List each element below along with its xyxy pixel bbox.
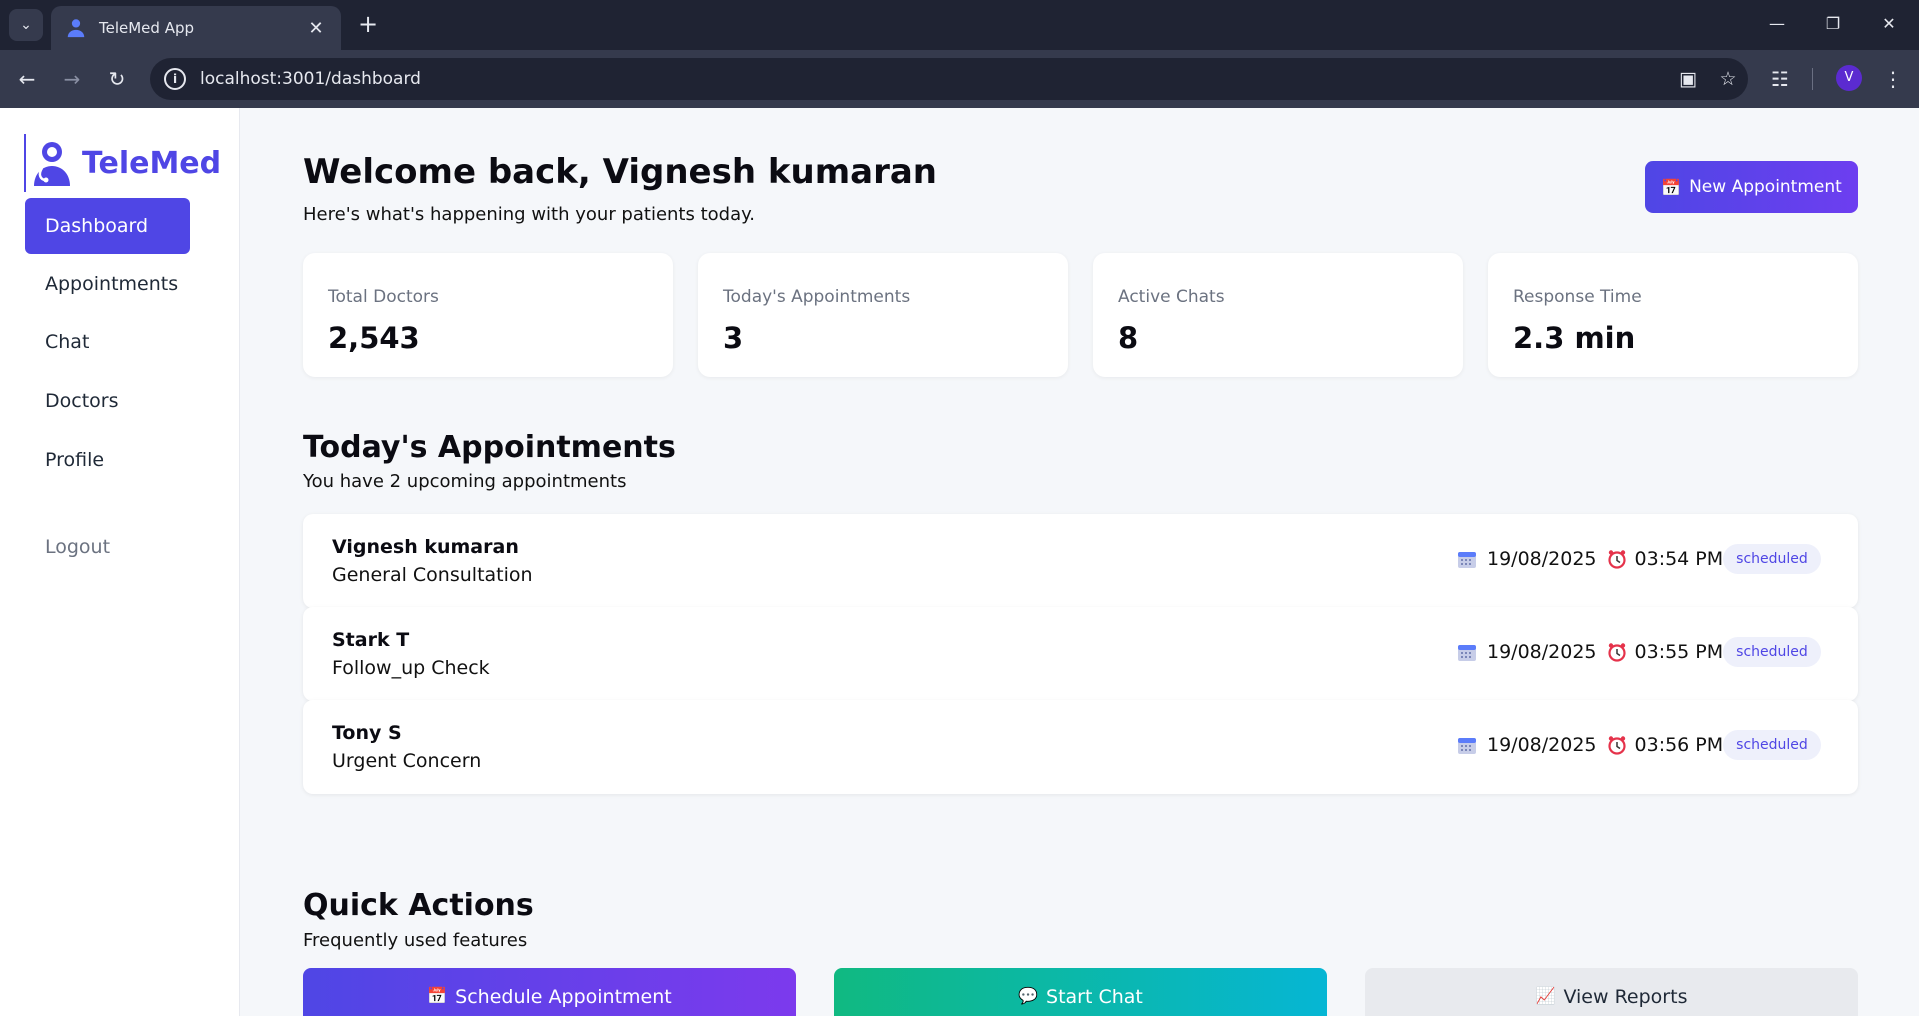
- appointment-date: 19/08/2025: [1487, 548, 1597, 570]
- stat-label: Total Doctors: [328, 287, 439, 307]
- start-chat-label: Start Chat: [1046, 986, 1143, 1008]
- sidebar-item-chat[interactable]: Chat: [25, 314, 190, 370]
- minimize-button[interactable]: —: [1754, 8, 1800, 40]
- calendar-icon: 📅: [1661, 177, 1682, 197]
- stat-card-response-time: Response Time 2.3 min: [1488, 253, 1858, 377]
- bookmark-star-icon[interactable]: ☆: [1708, 68, 1748, 90]
- appointments-section-subtitle: You have 2 upcoming appointments: [303, 471, 627, 492]
- new-tab-button[interactable]: +: [354, 11, 382, 39]
- appointment-meta: 19/08/2025 03:56 PM scheduled: [1457, 730, 1821, 760]
- close-tab-icon[interactable]: ✕: [305, 18, 327, 39]
- appointment-time: 03:55 PM: [1634, 641, 1724, 663]
- status-badge: scheduled: [1723, 544, 1821, 574]
- schedule-appointment-label: Schedule Appointment: [455, 986, 672, 1008]
- reload-icon[interactable]: ↻: [100, 62, 134, 96]
- appointment-type: Follow_up Check: [332, 657, 490, 679]
- patient-name: Vignesh kumaran: [332, 536, 519, 558]
- install-app-icon[interactable]: ▣: [1668, 68, 1708, 90]
- sidebar-item-dashboard[interactable]: Dashboard: [25, 198, 190, 254]
- sidebar-item-appointments[interactable]: Appointments: [25, 256, 190, 312]
- new-appointment-button[interactable]: 📅 New Appointment: [1645, 161, 1858, 213]
- extensions-puzzle-icon[interactable]: ☷: [1763, 62, 1797, 96]
- status-badge: scheduled: [1723, 730, 1821, 760]
- view-reports-label: View Reports: [1563, 986, 1688, 1008]
- appointment-meta: 19/08/2025 03:55 PM scheduled: [1457, 637, 1821, 667]
- chat-bubble-icon: 💬: [1018, 986, 1039, 1005]
- schedule-appointment-button[interactable]: 📅 Schedule Appointment: [303, 968, 796, 1016]
- stat-value: 3: [723, 321, 744, 355]
- stat-label: Today's Appointments: [723, 287, 911, 307]
- stat-value: 2,543: [328, 321, 420, 355]
- logout-button[interactable]: Logout: [25, 519, 190, 575]
- menu-kebab-icon[interactable]: ⋮: [1876, 62, 1910, 96]
- stat-value: 2.3 min: [1513, 321, 1636, 355]
- chart-icon: 📈: [1535, 986, 1556, 1005]
- doctor-logo-icon: [34, 142, 70, 186]
- tab-search-button[interactable]: ⌄: [9, 9, 43, 41]
- patient-name: Tony S: [332, 722, 402, 744]
- calendar-icon: [1458, 552, 1476, 568]
- stat-label: Response Time: [1513, 287, 1642, 307]
- logo-divider: [24, 134, 26, 192]
- brand-logo[interactable]: TeleMed: [24, 134, 221, 192]
- appointment-date: 19/08/2025: [1487, 734, 1597, 756]
- browser-tab[interactable]: TeleMed App ✕: [51, 6, 341, 50]
- appointment-time: 03:54 PM: [1634, 548, 1724, 570]
- appointments-section-title: Today's Appointments: [303, 430, 676, 465]
- toolbar-separator: [1812, 68, 1813, 90]
- stat-value: 8: [1118, 321, 1139, 355]
- sidebar-item-profile[interactable]: Profile: [25, 432, 190, 488]
- close-window-button[interactable]: ✕: [1866, 8, 1912, 40]
- browser-toolbar: ← → ↻ i localhost:3001/dashboard ▣ ☆ ☷ ⋮: [0, 50, 1919, 108]
- appointment-card[interactable]: Stark T Follow_up Check 19/08/2025 03:55…: [303, 607, 1858, 701]
- appointment-type: General Consultation: [332, 564, 533, 586]
- forward-arrow-icon[interactable]: →: [55, 62, 89, 96]
- page-title: Welcome back, Vignesh kumaran: [303, 152, 937, 192]
- stat-card-active-chats: Active Chats 8: [1093, 253, 1463, 377]
- page-subtitle: Here's what's happening with your patien…: [303, 204, 755, 225]
- sidebar: TeleMed Dashboard Appointments Chat Doct…: [0, 108, 240, 1016]
- calendar-icon: [1458, 738, 1476, 754]
- url-text[interactable]: localhost:3001/dashboard: [200, 69, 1668, 89]
- patient-name: Stark T: [332, 629, 410, 651]
- quick-actions-title: Quick Actions: [303, 888, 534, 923]
- appointment-card[interactable]: Tony S Urgent Concern 19/08/2025 03:56 P…: [303, 700, 1858, 794]
- stat-card-total-doctors: Total Doctors 2,543: [303, 253, 673, 377]
- appointment-type: Urgent Concern: [332, 750, 482, 772]
- stat-label: Active Chats: [1118, 287, 1225, 307]
- alarm-clock-icon: [1607, 550, 1626, 569]
- appointment-time: 03:56 PM: [1634, 734, 1724, 756]
- chevron-down-icon: ⌄: [20, 17, 32, 33]
- back-arrow-icon[interactable]: ←: [10, 62, 44, 96]
- address-bar[interactable]: i localhost:3001/dashboard ▣ ☆: [150, 58, 1748, 100]
- stat-card-todays-appointments: Today's Appointments 3: [698, 253, 1068, 377]
- calendar-icon: 📅: [427, 986, 448, 1005]
- main-content: Welcome back, Vignesh kumaran Here's wha…: [240, 108, 1919, 1016]
- quick-actions-subtitle: Frequently used features: [303, 930, 528, 951]
- appointment-card[interactable]: Vignesh kumaran General Consultation 19/…: [303, 514, 1858, 608]
- browser-tab-bar: ⌄ TeleMed App ✕ + — ❐ ✕: [0, 0, 1919, 50]
- doctor-favicon-icon: [67, 19, 85, 38]
- restore-button[interactable]: ❐: [1810, 8, 1856, 40]
- site-info-icon[interactable]: i: [164, 68, 186, 90]
- appointment-meta: 19/08/2025 03:54 PM scheduled: [1457, 544, 1821, 574]
- new-appointment-label: New Appointment: [1689, 177, 1842, 197]
- alarm-clock-icon: [1607, 643, 1626, 662]
- appointment-date: 19/08/2025: [1487, 641, 1597, 663]
- profile-avatar[interactable]: V: [1836, 65, 1862, 91]
- sidebar-item-doctors[interactable]: Doctors: [25, 373, 190, 429]
- calendar-icon: [1458, 645, 1476, 661]
- tab-title: TeleMed App: [99, 19, 195, 37]
- start-chat-button[interactable]: 💬 Start Chat: [834, 968, 1327, 1016]
- alarm-clock-icon: [1607, 736, 1626, 755]
- view-reports-button[interactable]: 📈 View Reports: [1365, 968, 1858, 1016]
- brand-name: TeleMed: [82, 145, 222, 181]
- status-badge: scheduled: [1723, 637, 1821, 667]
